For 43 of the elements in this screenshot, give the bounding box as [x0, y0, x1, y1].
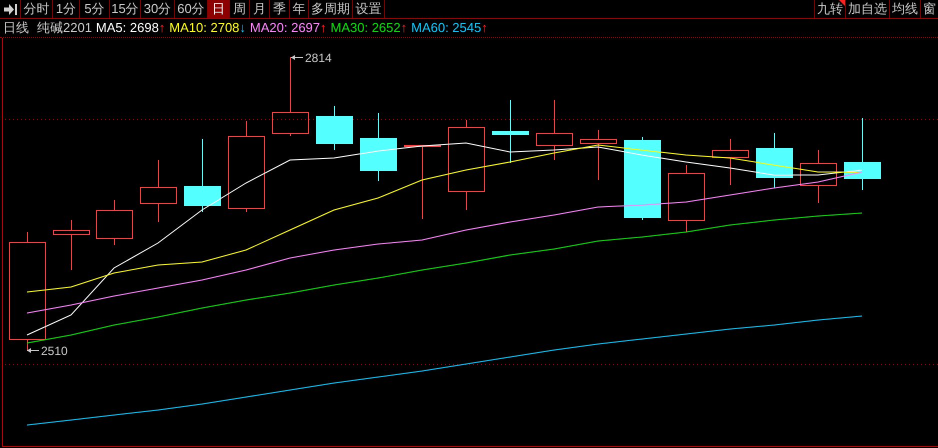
- rising-candlestick: [668, 164, 705, 232]
- trend-arrow: ↓: [239, 19, 246, 38]
- rising-candlestick: [580, 130, 617, 180]
- high-price-label: 2814: [290, 51, 332, 65]
- rising-candlestick: [140, 160, 177, 222]
- period-tab[interactable]: 分时: [21, 0, 53, 18]
- period-tab[interactable]: 多周期: [309, 0, 353, 18]
- toolbar-button[interactable]: 均线: [889, 0, 920, 18]
- rising-candlestick: [53, 220, 90, 270]
- trend-arrow: ↑: [481, 19, 488, 38]
- period-tab[interactable]: 日: [208, 0, 230, 18]
- period-tab[interactable]: 1分: [53, 0, 80, 18]
- moving-average-reading: MA10: 2708: [169, 19, 240, 38]
- period-tab[interactable]: 15分: [110, 0, 141, 18]
- falling-candlestick: [756, 132, 793, 188]
- trend-arrow: ↑: [400, 19, 408, 38]
- period-tab[interactable]: 周: [230, 0, 250, 18]
- symbol-label: 纯碱2201: [37, 19, 92, 38]
- falling-candlestick: [492, 100, 529, 164]
- toolbar-button[interactable]: 九转: [814, 0, 845, 18]
- period-tab[interactable]: 30分: [141, 0, 175, 18]
- toolbar-button[interactable]: 窗: [920, 0, 938, 18]
- period-label: 日线: [3, 19, 29, 38]
- rising-candlestick: [712, 138, 749, 186]
- moving-average-reading: MA20: 2697: [250, 19, 320, 38]
- rising-candlestick: [800, 150, 837, 204]
- toolbar-button[interactable]: 加自选: [845, 0, 889, 18]
- arrow-into-bar-icon: [4, 4, 16, 14]
- falling-candlestick: [316, 106, 353, 150]
- rising-candlestick: [96, 200, 133, 246]
- rising-candlestick: [536, 100, 573, 160]
- period-tab[interactable]: 设置: [353, 0, 385, 18]
- low-price-label: 2510: [26, 344, 68, 358]
- falling-candlestick: [360, 112, 397, 182]
- period-tab[interactable]: 年: [290, 0, 309, 18]
- period-tab[interactable]: 月: [250, 0, 270, 18]
- moving-average-reading: MA30: 2652: [330, 19, 401, 38]
- period-tab[interactable]: 5分: [80, 0, 110, 18]
- trend-arrow: ↑: [320, 19, 327, 38]
- period-tab[interactable]: 季: [270, 0, 290, 18]
- moving-average-reading: MA60: 2545: [411, 19, 482, 38]
- trend-arrow: ↑: [158, 19, 166, 38]
- moving-average-reading: MA5: 2698: [96, 19, 159, 38]
